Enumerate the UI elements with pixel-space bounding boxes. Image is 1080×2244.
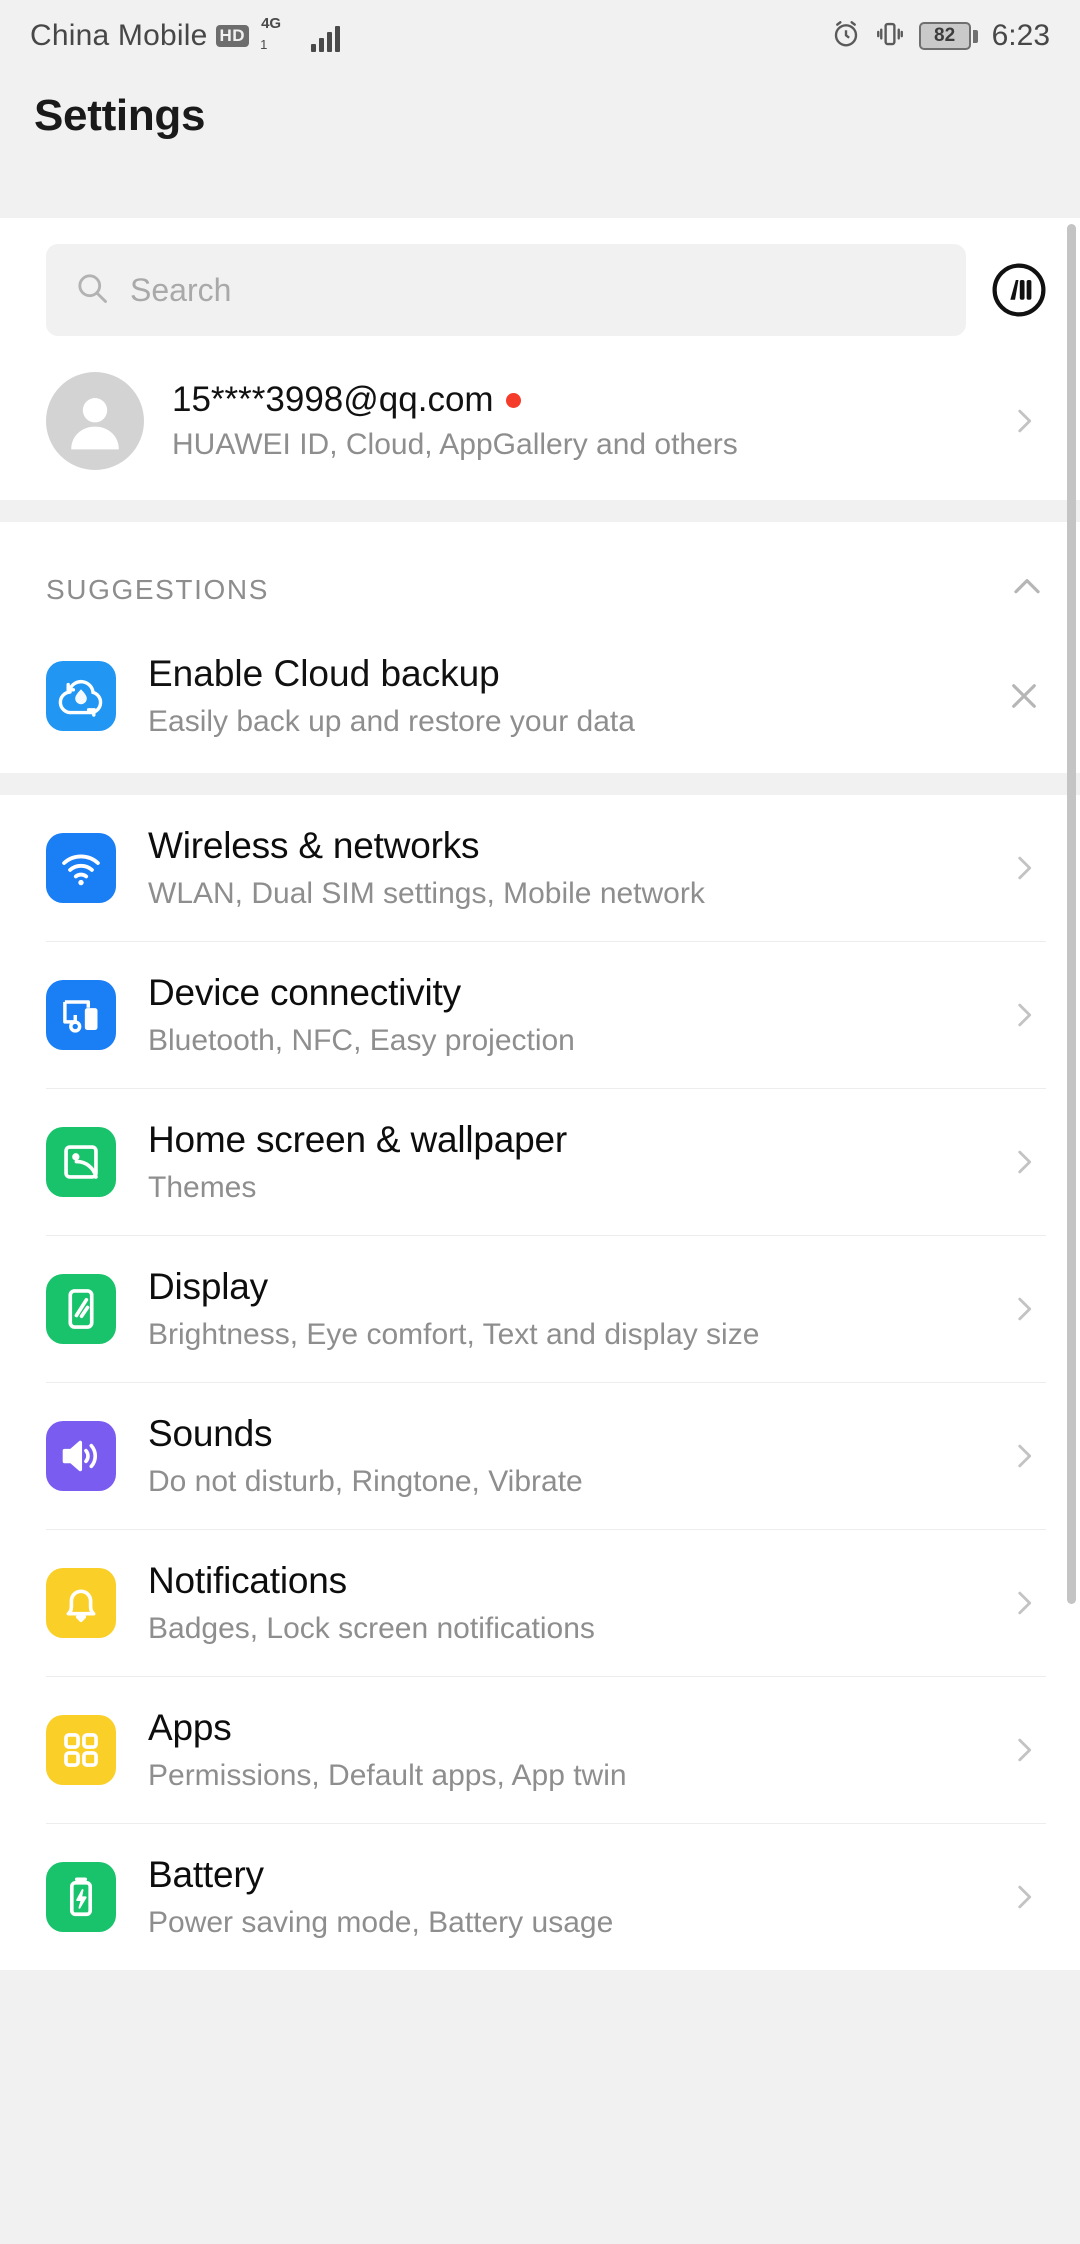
search-row: Search xyxy=(0,218,1080,358)
page-title: Settings xyxy=(34,91,206,140)
clock-label: 6:23 xyxy=(991,19,1050,52)
hd-badge: HD xyxy=(215,25,250,47)
settings-item-notifications[interactable]: Notifications Badges, Lock screen notifi… xyxy=(0,1529,1080,1676)
suggestions-label: SUGGESTIONS xyxy=(46,573,269,605)
suggestion-item-cloud-backup[interactable]: Enable Cloud backup Easily back up and r… xyxy=(0,641,1080,773)
chevron-right-icon[interactable] xyxy=(1002,1145,1046,1179)
chevron-right-icon[interactable] xyxy=(1002,851,1046,885)
suggestion-title: Enable Cloud backup xyxy=(148,653,500,694)
account-row[interactable]: 15****3998@qq.com HUAWEI ID, Cloud, AppG… xyxy=(0,358,1080,500)
search-icon xyxy=(74,270,110,311)
item-subtitle: WLAN, Dual SIM settings, Mobile network xyxy=(148,877,705,910)
display-brightness-icon xyxy=(46,1274,116,1344)
account-name: 15****3998@qq.com xyxy=(172,380,494,419)
apps-grid-icon xyxy=(46,1715,116,1785)
settings-item-sounds[interactable]: Sounds Do not disturb, Ringtone, Vibrate xyxy=(0,1382,1080,1529)
battery-charge-icon xyxy=(46,1862,116,1932)
settings-item-battery[interactable]: Battery Power saving mode, Battery usage xyxy=(0,1823,1080,1970)
network-sub-label: 1 xyxy=(260,37,268,52)
scroll-content: Search 15****3998@qq.com HUAWEI ID, Clou… xyxy=(0,218,1080,1970)
settings-item-home-screen-wallpaper[interactable]: Home screen & wallpaper Themes xyxy=(0,1088,1080,1235)
battery-indicator: 82 xyxy=(918,22,978,50)
status-bar: China Mobile HD 4G 1 82 6:23 xyxy=(0,0,1080,72)
chevron-right-icon[interactable] xyxy=(1002,998,1046,1032)
item-subtitle: Badges, Lock screen notifications xyxy=(148,1612,595,1645)
account-text: 15****3998@qq.com HUAWEI ID, Cloud, AppG… xyxy=(172,380,974,462)
search-placeholder: Search xyxy=(130,271,232,308)
item-subtitle: Power saving mode, Battery usage xyxy=(148,1906,614,1939)
item-title: Display xyxy=(148,1266,268,1307)
chevron-right-icon[interactable] xyxy=(1002,1880,1046,1914)
item-title: Sounds xyxy=(148,1413,273,1454)
settings-list: Wireless & networks WLAN, Dual SIM setti… xyxy=(0,795,1080,1970)
item-title: Notifications xyxy=(148,1560,347,1601)
item-subtitle: Themes xyxy=(148,1171,257,1204)
header-spacer xyxy=(0,160,1080,218)
speaker-volume-icon xyxy=(46,1421,116,1491)
title-bar: Settings xyxy=(0,72,1080,160)
device-connectivity-icon xyxy=(46,980,116,1050)
battery-level-label: 82 xyxy=(918,22,971,50)
search-input[interactable]: Search xyxy=(46,244,966,336)
item-subtitle: Permissions, Default apps, App twin xyxy=(148,1759,627,1792)
network-type-label: 4G xyxy=(261,15,282,32)
chevron-right-icon[interactable] xyxy=(1002,1439,1046,1473)
carrier-label: China Mobile xyxy=(30,19,208,52)
item-subtitle: Do not disturb, Ringtone, Vibrate xyxy=(148,1465,583,1498)
status-bar-right: 82 6:23 xyxy=(831,19,1050,54)
signal-indicator: 4G 1 xyxy=(257,16,341,52)
signal-bars-icon xyxy=(311,26,341,52)
battery-tip xyxy=(972,29,978,43)
suggestions-section-header: SUGGESTIONS xyxy=(0,522,1080,641)
item-subtitle: Brightness, Eye comfort, Text and displa… xyxy=(148,1318,760,1351)
suggestion-subtitle: Easily back up and restore your data xyxy=(148,705,635,738)
vertical-scrollbar[interactable] xyxy=(1067,224,1076,1604)
item-title: Wireless & networks xyxy=(148,825,480,866)
chevron-right-icon[interactable] xyxy=(1002,1733,1046,1767)
section-divider xyxy=(0,500,1080,522)
close-icon[interactable] xyxy=(1002,677,1046,715)
account-subtitle: HUAWEI ID, Cloud, AppGallery and others xyxy=(172,428,738,461)
bell-icon xyxy=(46,1568,116,1638)
item-title: Home screen & wallpaper xyxy=(148,1119,568,1160)
section-divider-2 xyxy=(0,773,1080,795)
status-bar-left: China Mobile HD 4G 1 xyxy=(30,16,831,53)
wallpaper-image-icon xyxy=(46,1127,116,1197)
vibrate-icon xyxy=(875,19,905,54)
chevron-up-icon[interactable] xyxy=(1008,568,1046,611)
chevron-right-icon[interactable] xyxy=(1002,1292,1046,1326)
wifi-icon xyxy=(46,833,116,903)
settings-screen: China Mobile HD 4G 1 82 6:23 Settings Se… xyxy=(0,0,1080,2244)
chevron-right-icon[interactable] xyxy=(1002,404,1046,438)
settings-item-device-connectivity[interactable]: Device connectivity Bluetooth, NFC, Easy… xyxy=(0,941,1080,1088)
cloud-backup-icon xyxy=(46,661,116,731)
hivoice-assistant-icon[interactable] xyxy=(988,259,1050,321)
account-name-wrap: 15****3998@qq.com xyxy=(172,380,974,420)
item-title: Device connectivity xyxy=(148,972,461,1013)
alarm-clock-icon xyxy=(831,19,861,54)
chevron-right-icon[interactable] xyxy=(1002,1586,1046,1620)
item-title: Apps xyxy=(148,1707,232,1748)
settings-item-apps[interactable]: Apps Permissions, Default apps, App twin xyxy=(0,1676,1080,1823)
settings-item-wireless-networks[interactable]: Wireless & networks WLAN, Dual SIM setti… xyxy=(0,795,1080,941)
settings-item-display[interactable]: Display Brightness, Eye comfort, Text an… xyxy=(0,1235,1080,1382)
item-subtitle: Bluetooth, NFC, Easy projection xyxy=(148,1024,575,1057)
account-badge-dot xyxy=(505,392,521,408)
suggestion-text: Enable Cloud backup Easily back up and r… xyxy=(148,653,970,739)
user-avatar-icon xyxy=(46,372,144,470)
item-title: Battery xyxy=(148,1854,264,1895)
